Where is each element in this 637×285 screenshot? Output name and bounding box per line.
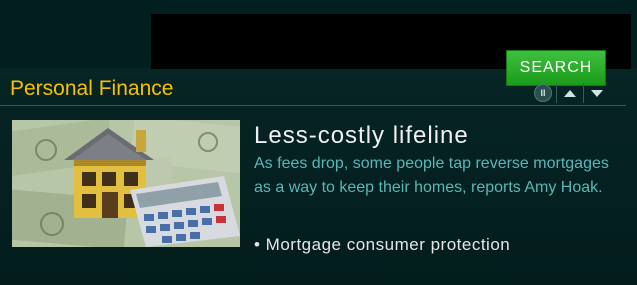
section-divider [0, 105, 626, 106]
story-summary: As fees drop, some people tap reverse mo… [254, 155, 609, 196]
next-button[interactable] [584, 82, 610, 104]
section-title: Personal Finance [10, 77, 174, 100]
story-headline[interactable]: Less-costly lifeline [254, 121, 469, 151]
previous-button[interactable] [557, 82, 583, 104]
search-button[interactable]: SEARCH [506, 50, 606, 86]
pause-button[interactable]: II [530, 82, 556, 104]
pause-icon: II [534, 84, 552, 102]
related-link[interactable]: • Mortgage consumer protection [254, 233, 510, 257]
carousel-controls: II [530, 82, 610, 104]
house-money-calculator-image [12, 120, 240, 247]
story-thumbnail[interactable] [12, 120, 240, 247]
personal-finance-widget: SEARCH Personal Finance II Less-costly l… [0, 0, 637, 285]
arrow-down-icon [591, 89, 603, 97]
arrow-up-icon [564, 89, 576, 97]
